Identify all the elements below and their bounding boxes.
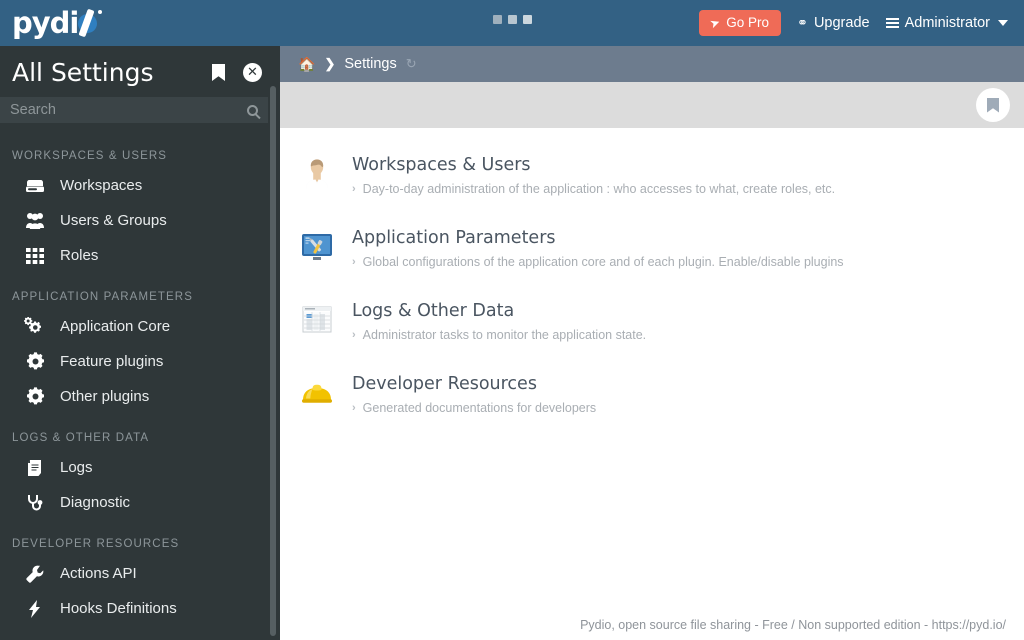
user-avatar-icon (300, 157, 334, 191)
bookmark-button[interactable] (976, 88, 1010, 122)
sidebar-header-actions: ✕ (212, 63, 266, 82)
sidebar-item-label: Actions API (60, 565, 137, 582)
home-icon[interactable]: 🏠 (298, 56, 315, 73)
upgrade-button[interactable]: ⚭ Upgrade (797, 15, 870, 31)
settings-card-description: Administrator tasks to monitor the appli… (362, 328, 647, 342)
settings-card-text: Logs & Other Data › Administrator tasks … (352, 301, 646, 342)
upgrade-label: Upgrade (813, 15, 870, 31)
book-icon (24, 457, 46, 479)
sidebar-item-label: Feature plugins (60, 353, 164, 370)
chevron-right-icon: › (352, 329, 356, 341)
go-pro-label: Go Pro (726, 15, 770, 30)
drive-icon (24, 175, 46, 197)
chevron-down-icon (998, 20, 1008, 26)
settings-card-application-parameters[interactable]: Application Parameters › Global configur… (280, 219, 1024, 278)
sidebar-item-workspaces[interactable]: Workspaces (0, 168, 280, 203)
chevron-right-icon: › (352, 183, 356, 195)
settings-card-desc-row: › Global configurations of the applicati… (352, 255, 844, 269)
nav-group-label-developer-resources: DEVELOPER RESOURCES (12, 538, 180, 550)
sidebar-item-label: Other plugins (60, 388, 150, 405)
spreadsheet-icon (300, 303, 334, 337)
search-icon[interactable] (247, 104, 258, 116)
settings-card-desc-row: › Administrator tasks to monitor the app… (352, 328, 646, 342)
settings-card-title: Developer Resources (352, 374, 537, 394)
sidebar-nav[interactable]: WORKSPACES & USERS Workspaces Users & Gr… (0, 132, 280, 640)
go-pro-button[interactable]: ➤ Go Pro (699, 10, 782, 36)
sidebar-title: All Settings (12, 58, 154, 87)
close-circle-icon[interactable]: ✕ (243, 63, 262, 82)
hamburger-icon (885, 18, 899, 28)
nav-group-label-logs-other-data: LOGS & OTHER DATA (12, 432, 150, 444)
settings-card-workspaces-users[interactable]: Workspaces & Users › Day-to-day administ… (280, 146, 1024, 205)
sidebar-search-row (0, 91, 280, 123)
bookmark-icon[interactable] (212, 64, 225, 81)
breadcrumb: 🏠 ❯ Settings ↻ (280, 46, 1024, 82)
settings-sidebar: All Settings ✕ WORKSPACES & USERS Worksp… (0, 46, 280, 640)
content-toolbar (280, 82, 1024, 128)
screen-tools-icon (300, 230, 334, 264)
administrator-label: Administrator (904, 15, 990, 31)
chevron-right-icon: › (352, 256, 356, 268)
lightbulb-icon: ⚭ (797, 15, 808, 30)
sidebar-item-application-core[interactable]: Application Core (0, 309, 280, 344)
bolt-icon (24, 598, 46, 620)
grid-icon (24, 245, 46, 267)
sidebar-item-label: Hooks Definitions (60, 600, 177, 617)
settings-card-description: Global configurations of the application… (362, 255, 844, 269)
search-box[interactable] (0, 97, 268, 123)
settings-card-logs-other-data[interactable]: Logs & Other Data › Administrator tasks … (280, 292, 1024, 351)
sidebar-scrollbar[interactable] (270, 46, 278, 640)
top-bar-actions: ➤ Go Pro ⚭ Upgrade Administrator (699, 10, 1024, 36)
settings-card-title: Logs & Other Data (352, 301, 515, 321)
hardhat-icon (300, 376, 334, 410)
nav-group-label-application-parameters: APPLICATION PARAMETERS (12, 291, 193, 303)
settings-card-description: Generated documentations for developers (362, 401, 597, 415)
sidebar-item-label: Users & Groups (60, 212, 167, 229)
settings-card-desc-row: › Day-to-day administration of the appli… (352, 182, 835, 196)
chevron-right-icon: › (352, 402, 356, 414)
settings-card-description: Day-to-day administration of the applica… (362, 182, 836, 196)
sidebar-item-label: Diagnostic (60, 494, 131, 511)
search-input[interactable] (10, 102, 241, 118)
users-group-icon (24, 210, 46, 232)
settings-card-text: Application Parameters › Global configur… (352, 228, 844, 269)
sidebar-item-users-groups[interactable]: Users & Groups (0, 203, 280, 238)
settings-card-list: Workspaces & Users › Day-to-day administ… (280, 128, 1024, 424)
refresh-icon[interactable]: ↻ (406, 56, 417, 72)
stethoscope-icon (24, 492, 46, 514)
administrator-menu[interactable]: Administrator (885, 15, 1008, 31)
footer-text: Pydio, open source file sharing - Free /… (580, 618, 1006, 632)
top-bar: pydi ➤ Go Pro ⚭ Upgrade Administrator (0, 0, 1024, 46)
nav-group-label-workspaces-users: WORKSPACES & USERS (12, 150, 168, 162)
sidebar-item-hooks-definitions[interactable]: Hooks Definitions (0, 591, 280, 626)
settings-card-title: Workspaces & Users (352, 155, 531, 175)
gears-icon (24, 316, 46, 338)
gear-icon (24, 386, 46, 408)
settings-card-text: Workspaces & Users › Day-to-day administ… (352, 155, 835, 196)
sidebar-item-other-plugins[interactable]: Other plugins (0, 379, 280, 414)
breadcrumb-settings[interactable]: Settings (344, 56, 396, 72)
rocket-icon: ➤ (708, 14, 723, 31)
sidebar-item-diagnostic[interactable]: Diagnostic (0, 485, 280, 520)
sidebar-header: All Settings ✕ (0, 46, 280, 91)
settings-card-text: Developer Resources › Generated document… (352, 374, 596, 415)
bookmark-icon (987, 97, 999, 113)
sidebar-item-feature-plugins[interactable]: Feature plugins (0, 344, 280, 379)
sidebar-item-roles[interactable]: Roles (0, 238, 280, 273)
wrench-icon (24, 563, 46, 585)
sidebar-scrollbar-thumb[interactable] (270, 86, 276, 636)
sidebar-item-label: Logs (60, 459, 93, 476)
gear-icon (24, 351, 46, 373)
sidebar-item-label: Workspaces (60, 177, 143, 194)
settings-card-desc-row: › Generated documentations for developer… (352, 401, 596, 415)
breadcrumb-separator: ❯ (324, 56, 336, 71)
sidebar-item-logs[interactable]: Logs (0, 450, 280, 485)
main-content: 🏠 ❯ Settings ↻ Workspaces & Users › Day-… (280, 46, 1024, 640)
sidebar-item-label: Roles (60, 247, 99, 264)
sidebar-item-actions-api[interactable]: Actions API (0, 556, 280, 591)
settings-card-developer-resources[interactable]: Developer Resources › Generated document… (280, 365, 1024, 424)
settings-card-title: Application Parameters (352, 228, 556, 248)
sidebar-item-label: Application Core (60, 318, 171, 335)
